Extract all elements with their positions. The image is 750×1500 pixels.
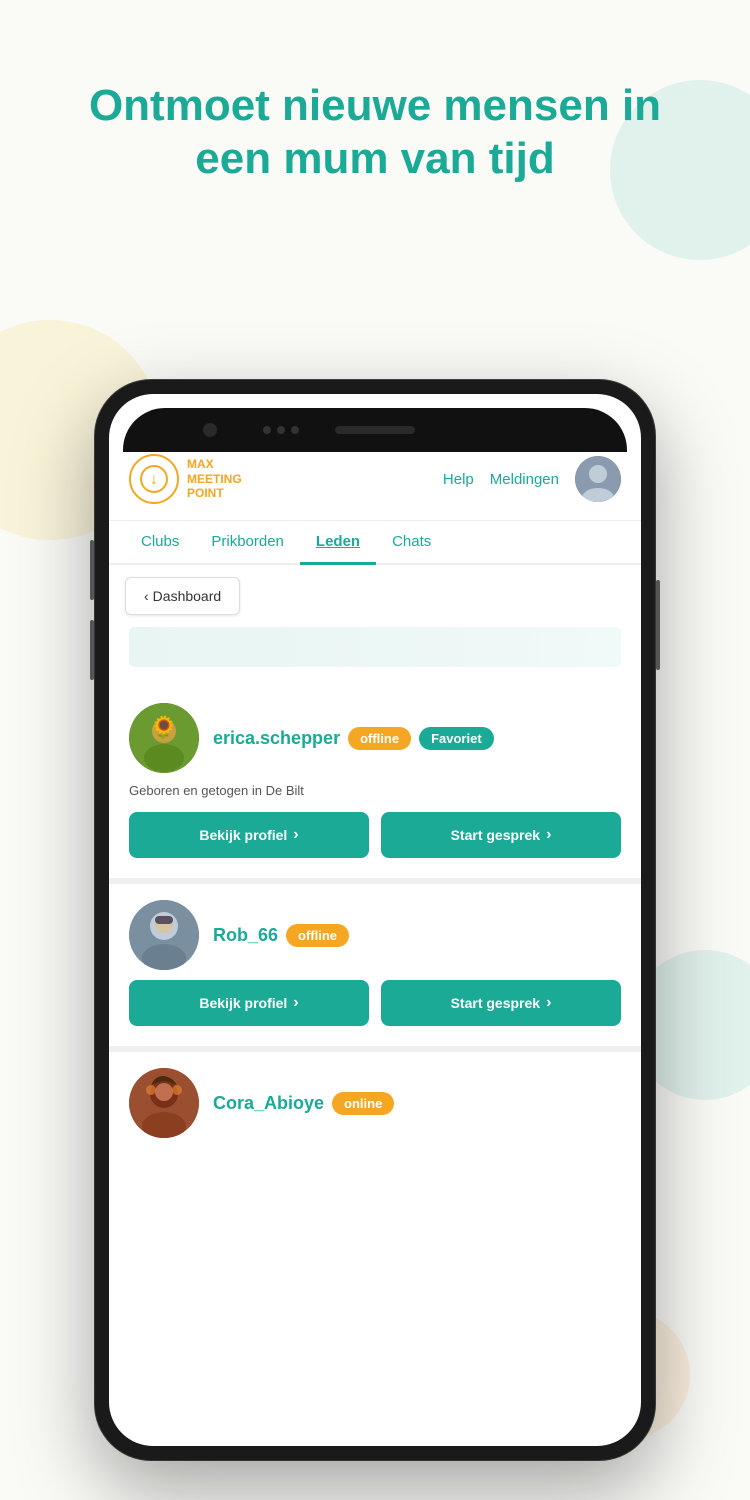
member-name-row-rob: Rob_66 offline [213,924,621,947]
hero-title: Ontmoet nieuwe mensen in een mum van tij… [60,80,690,186]
header-nav: Help Meldingen [443,456,621,502]
meldingen-link[interactable]: Meldingen [490,471,559,488]
member-info-erica: erica.schepper offline Favoriet [213,727,621,750]
member-desc-erica: Geboren en getogen in De Bilt [129,783,621,798]
start-gesprek-rob[interactable]: Start gesprek › [381,980,621,1026]
phone-mockup: ↓ MAX MEETING POINT Help Meldingen [95,380,655,1460]
member-header-erica: 🌻 erica.schepper offline Favoriet [129,703,621,773]
member-header-cora: Cora_Abioye online [129,1068,621,1138]
member-avatar-cora [129,1068,199,1138]
logo-text: MAX MEETING POINT [187,457,242,500]
phone-vol-down-button [90,620,94,680]
back-label: Dashboard [153,588,222,604]
tab-clubs[interactable]: Clubs [125,521,195,565]
chevron-icon-gesprek-erica: › [546,826,551,844]
member-info-rob: Rob_66 offline [213,924,621,947]
filter-bar [129,627,621,667]
member-name-row-cora: Cora_Abioye online [213,1092,621,1115]
member-card-cora: Cora_Abioye online [109,1052,641,1168]
member-name-cora: Cora_Abioye [213,1093,324,1114]
tab-prikborden[interactable]: Prikborden [195,521,300,565]
back-icon: ‹ [144,588,149,604]
avatar-rob-img [129,900,199,970]
user-avatar-header[interactable] [575,456,621,502]
status-badge-rob: offline [286,924,349,947]
phone-screen: ↓ MAX MEETING POINT Help Meldingen [109,394,641,1446]
bekijk-profiel-rob[interactable]: Bekijk profiel › [129,980,369,1026]
avatar-cora-img [129,1068,199,1138]
member-name-erica: erica.schepper [213,728,340,749]
bekijk-profiel-erica[interactable]: Bekijk profiel › [129,812,369,858]
member-actions-erica: Bekijk profiel › Start gesprek › [129,812,621,858]
notch-camera-dots [263,426,299,434]
favoriet-badge-erica: Favoriet [419,727,494,750]
member-avatar-erica: 🌻 [129,703,199,773]
member-header-rob: Rob_66 offline [129,900,621,970]
sub-nav: Clubs Prikborden Leden Chats [109,521,641,565]
phone-body: ↓ MAX MEETING POINT Help Meldingen [95,380,655,1460]
member-avatar-rob [129,900,199,970]
start-gesprek-erica[interactable]: Start gesprek › [381,812,621,858]
tab-leden[interactable]: Leden [300,521,376,565]
chevron-icon-bekijk-erica: › [293,826,298,844]
tab-chats[interactable]: Chats [376,521,447,565]
member-card-rob: Rob_66 offline Bekijk profiel › Start ge… [109,884,641,1052]
logo-area: ↓ MAX MEETING POINT [129,454,242,504]
help-link[interactable]: Help [443,471,474,488]
member-actions-rob: Bekijk profiel › Start gesprek › [129,980,621,1026]
notch-camera-right [203,423,217,437]
members-list: 🌻 erica.schepper offline Favoriet [109,679,641,1446]
bekijk-profiel-label-rob: Bekijk profiel [199,995,287,1011]
notch-speaker [335,426,415,434]
chevron-icon-bekijk-rob: › [293,994,298,1012]
chevron-icon-gesprek-rob: › [546,994,551,1012]
member-name-row-erica: erica.schepper offline Favoriet [213,727,621,750]
avatar-erica-img: 🌻 [129,703,199,773]
hero-section: Ontmoet nieuwe mensen in een mum van tij… [0,0,750,216]
svg-text:🌻: 🌻 [150,715,177,740]
member-card-erica: 🌻 erica.schepper offline Favoriet [109,687,641,884]
logo-svg: ↓ [139,464,169,494]
notch-dot-2 [277,426,285,434]
phone-power-button [656,580,660,670]
user-avatar-img [575,456,621,502]
svg-text:↓: ↓ [150,471,158,488]
start-gesprek-label-rob: Start gesprek [451,995,540,1011]
notch-dot-3 [291,426,299,434]
notch-dot-1 [263,426,271,434]
logo-icon: ↓ [129,454,179,504]
member-info-cora: Cora_Abioye online [213,1092,621,1115]
phone-notch [123,408,627,452]
status-badge-erica: offline [348,727,411,750]
status-badge-cora: online [332,1092,394,1115]
phone-vol-up-button [90,540,94,600]
start-gesprek-label-erica: Start gesprek [451,827,540,843]
bekijk-profiel-label-erica: Bekijk profiel [199,827,287,843]
member-name-rob: Rob_66 [213,925,278,946]
back-button[interactable]: ‹ Dashboard [125,577,240,615]
